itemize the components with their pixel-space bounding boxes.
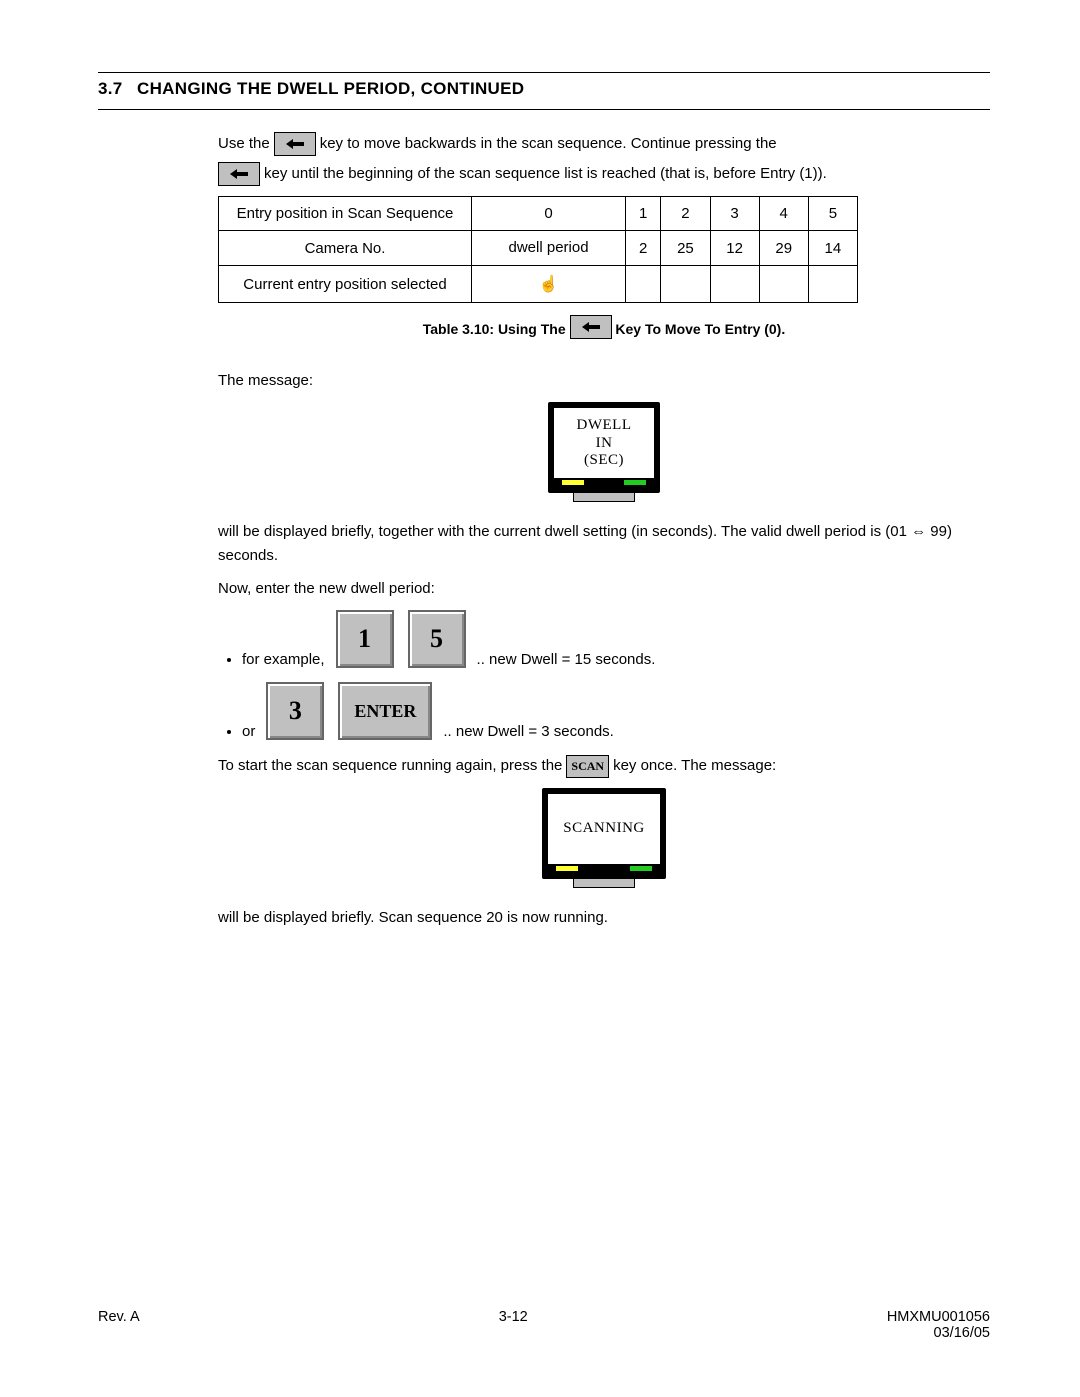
table-cell: 14 bbox=[808, 231, 857, 266]
table-cell: 5 bbox=[808, 197, 857, 231]
paragraph-1b: key until the beginning of the scan sequ… bbox=[218, 162, 990, 186]
section-title: CHANGING THE DWELL PERIOD, CONTINUED bbox=[137, 79, 524, 98]
back-arrow-key-icon bbox=[274, 132, 316, 156]
table-cell: 2 bbox=[661, 197, 710, 231]
keycap-1-icon: 1 bbox=[336, 610, 394, 668]
monitor-scanning-icon: SCANNING bbox=[542, 788, 666, 888]
table-cell: 4 bbox=[759, 197, 808, 231]
table-row-label: Current entry position selected bbox=[219, 266, 472, 303]
monitor-dwell-icon: DWELL IN (SEC) bbox=[548, 402, 660, 502]
back-arrow-key-icon bbox=[218, 162, 260, 186]
scan-sequence-table: Entry position in Scan Sequence 0 1 2 3 … bbox=[218, 196, 858, 303]
keycap-3-icon: 3 bbox=[266, 682, 324, 740]
table-cell: 2 bbox=[626, 231, 661, 266]
back-arrow-key-icon bbox=[570, 315, 612, 339]
table-cell: dwell period bbox=[472, 231, 626, 266]
table-cell: 3 bbox=[710, 197, 759, 231]
paragraph-start-scan: To start the scan sequence running again… bbox=[218, 754, 990, 778]
table-cell: 1 bbox=[626, 197, 661, 231]
table-caption: Table 3.10: Using The Key To Move To Ent… bbox=[218, 315, 990, 339]
page-footer: Rev. A 3-12 HMXMU001056 03/16/05 bbox=[98, 1309, 990, 1341]
keycap-5-icon: 5 bbox=[408, 610, 466, 668]
footer-doc-id: HMXMU001056 bbox=[887, 1309, 990, 1325]
paragraph-enter-dwell: Now, enter the new dwell period: bbox=[218, 577, 990, 600]
footer-rev: Rev. A bbox=[98, 1309, 140, 1341]
section-number: 3.7 bbox=[98, 79, 132, 99]
paragraph-dwell-range: will be displayed briefly, together with… bbox=[218, 520, 990, 567]
table-cell: 0 bbox=[472, 197, 626, 231]
paragraph-message-intro: The message: bbox=[218, 369, 990, 392]
footer-date: 03/16/05 bbox=[887, 1325, 990, 1341]
paragraph-final: will be displayed briefly. Scan sequence… bbox=[218, 906, 990, 929]
table-cell: 29 bbox=[759, 231, 808, 266]
table-row-label: Camera No. bbox=[219, 231, 472, 266]
example-item-1: for example, 1 5 .. new Dwell = 15 secon… bbox=[242, 610, 990, 668]
example-item-2: or 3 ENTER .. new Dwell = 3 seconds. bbox=[242, 682, 990, 740]
table-row-label: Entry position in Scan Sequence bbox=[219, 197, 472, 231]
scan-key-icon: SCAN bbox=[566, 755, 609, 778]
table-cell: 12 bbox=[710, 231, 759, 266]
keycap-enter-icon: ENTER bbox=[338, 682, 432, 740]
pointing-hand-icon: ☝ bbox=[472, 266, 626, 303]
section-heading: 3.7 CHANGING THE DWELL PERIOD, CONTINUED bbox=[98, 79, 990, 99]
footer-page: 3-12 bbox=[499, 1309, 528, 1341]
table-cell: 25 bbox=[661, 231, 710, 266]
paragraph-1: Use the key to move backwards in the sca… bbox=[218, 132, 990, 156]
